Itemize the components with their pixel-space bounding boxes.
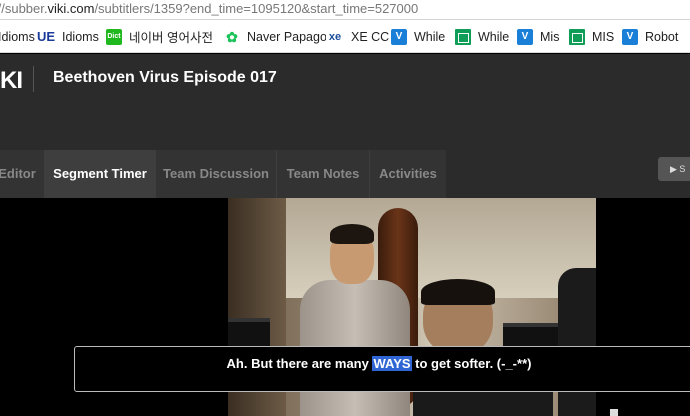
bookmark-mis-sheet[interactable]: MIS	[569, 20, 615, 52]
ue-icon: UE	[37, 28, 56, 45]
papago-icon: ✿	[224, 28, 240, 45]
tab-bar: Editor Segment Timer Team Discussion Tea…	[0, 150, 690, 198]
bookmark-naver-dict[interactable]: Dict 네이버 영어사전	[106, 20, 213, 52]
subtitle-text[interactable]: Ah. But there are many WAYS to get softe…	[75, 347, 683, 391]
bookmark-papago[interactable]: ✿ Naver Papago	[224, 20, 327, 52]
subtitle-selection: WAYS	[372, 356, 412, 371]
url-text[interactable]: ://subber.viki.com/subtitlers/1359?end_t…	[0, 0, 418, 20]
bookmark-while-sheet[interactable]: While	[455, 20, 510, 52]
music-stand	[228, 318, 270, 348]
right-figure	[558, 268, 596, 416]
bookmark-xe-cc[interactable]: xe XE CC	[326, 20, 390, 52]
naver-dict-icon: Dict	[106, 28, 122, 45]
bookmark-label: While	[478, 29, 510, 44]
url-path: /subtitlers/1359?end_time=1095120&start_…	[94, 1, 419, 16]
xe-icon: xe	[326, 28, 344, 45]
subtitle-editor[interactable]: Ah. But there are many WAYS to get softe…	[74, 346, 690, 392]
site-header: KI Beethoven Virus Episode 017	[0, 54, 690, 150]
page-title: Beethoven Virus Episode 017	[53, 69, 277, 86]
subtitle-before: Ah. But there are many	[226, 356, 373, 371]
tab-activities[interactable]: Activities	[369, 150, 446, 198]
subtitle-after: to get softer. (-_-**)	[411, 356, 532, 371]
viki-icon: V	[517, 28, 533, 45]
bookmark-robot[interactable]: V Robot	[622, 20, 679, 52]
bookmark-mis-viki[interactable]: V Mis	[517, 20, 560, 52]
play-button[interactable]: ▶ S	[658, 157, 690, 181]
scroll-indicator[interactable]	[610, 409, 618, 416]
sheets-icon	[455, 28, 471, 45]
bookmark-idioms-1[interactable]: Idioms	[0, 20, 35, 52]
tab-segment-timer[interactable]: Segment Timer	[44, 150, 155, 198]
bookmark-idioms-2[interactable]: UE Idioms	[37, 20, 99, 52]
bookmark-label: While	[414, 29, 446, 44]
url-host: viki.com	[47, 1, 95, 16]
sheets-icon	[569, 28, 585, 45]
viki-logo[interactable]: KI	[0, 67, 23, 95]
bookmarks-bar: Idioms UE Idioms Dict 네이버 영어사전 ✿ Naver P…	[0, 20, 690, 53]
bookmark-label: Robot	[645, 29, 679, 44]
tab-team-discussion[interactable]: Team Discussion	[155, 150, 276, 198]
header-divider	[33, 66, 34, 92]
bookmark-label: MIS	[592, 29, 615, 44]
bookmark-label: Idioms	[62, 29, 99, 44]
bookmark-while-viki[interactable]: V While	[391, 20, 446, 52]
bookmark-label: Naver Papago	[247, 29, 327, 44]
viki-icon: V	[391, 28, 407, 45]
bookmark-label: 네이버 영어사전	[129, 31, 213, 45]
bookmark-label: Idioms	[0, 29, 35, 44]
address-bar[interactable]: ://subber.viki.com/subtitlers/1359?end_t…	[0, 0, 690, 20]
bookmark-label: XE CC	[351, 29, 390, 44]
url-prefix: ://subber.	[0, 1, 48, 16]
tab-team-notes[interactable]: Team Notes	[276, 150, 369, 198]
tab-editor[interactable]: Editor	[0, 150, 44, 198]
bookmark-label: Mis	[540, 29, 560, 44]
viki-icon: V	[622, 28, 638, 45]
